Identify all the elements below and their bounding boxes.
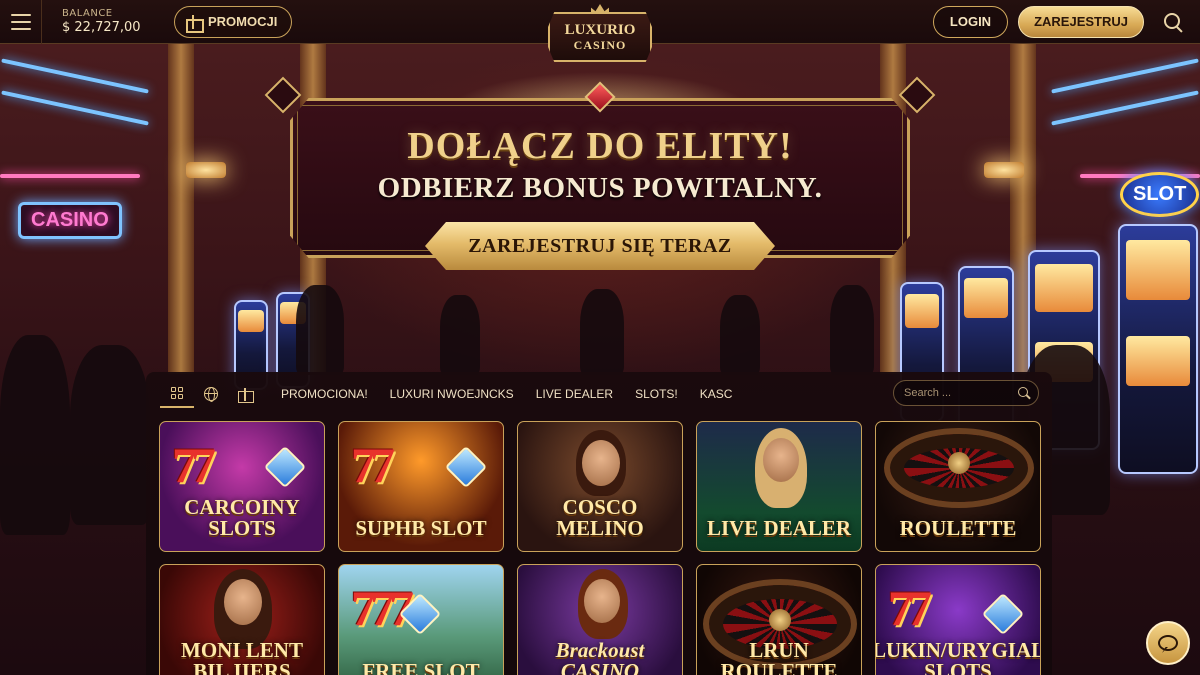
game-search[interactable]: [893, 380, 1039, 406]
search-icon: [1018, 387, 1030, 399]
register-button[interactable]: ZAREJESTRUJ: [1018, 5, 1144, 38]
search-input[interactable]: [904, 387, 1008, 399]
game-card[interactable]: Brackoust CASINO: [517, 564, 683, 675]
game-title: COSCO MELINO: [556, 495, 644, 540]
search-icon[interactable]: [1158, 7, 1188, 37]
live-chat-button[interactable]: [1146, 621, 1190, 665]
games-panel: PROMOCIONA! LUXURI NWOEJNCKS LIVE DEALER…: [146, 372, 1052, 675]
game-grid: 77 CARCOINY SLOTS 77 SUPHB SLOT COSCO ME…: [159, 421, 1041, 675]
game-card[interactable]: LIVE DEALER: [696, 421, 862, 552]
logo-subtext: CASINO: [573, 38, 627, 52]
game-title: CARCOINY SLOTS: [184, 495, 300, 540]
tab-kasc[interactable]: KASC: [689, 387, 744, 401]
promotions-button[interactable]: PROMOCJI: [174, 5, 293, 38]
gift-icon: [185, 14, 204, 33]
game-title: SUPHB SLOT: [355, 516, 487, 540]
logo-text: LUXURIO: [564, 22, 636, 38]
promotions-label: PROMOCJI: [208, 14, 278, 29]
game-title: LIVE DEALER: [706, 516, 852, 540]
game-card[interactable]: ROULETTE: [875, 421, 1041, 552]
game-title: LUKIN/URYGIAL SLOTS: [875, 638, 1041, 675]
casino-neon-sign: CASINO: [18, 202, 122, 239]
tab-luxuri[interactable]: LUXURI NWOEJNCKS: [379, 387, 525, 401]
banner-title: DOŁĄCZ DO ELITY!: [407, 125, 793, 167]
gift-icon: [238, 387, 254, 403]
tab-bonus[interactable]: [228, 380, 262, 408]
game-card[interactable]: 77 LUKIN/URYGIAL SLOTS: [875, 564, 1041, 675]
hamburger-menu-icon[interactable]: [0, 0, 42, 44]
game-title: LRUN ROULETTE: [720, 638, 838, 675]
register-now-button[interactable]: ZAREJESTRUJ SIĘ TERAZ: [425, 222, 775, 270]
globe-icon: [204, 387, 218, 402]
tab-global[interactable]: [194, 380, 228, 408]
tab-promocje[interactable]: PROMOCIONA!: [270, 387, 379, 401]
tab-live-dealer[interactable]: LIVE DEALER: [525, 387, 624, 401]
login-button[interactable]: LOGIN: [932, 5, 1009, 38]
game-card[interactable]: 77 SUPHB SLOT: [338, 421, 504, 552]
casino-logo[interactable]: LUXURIO CASINO: [545, 4, 655, 68]
chat-bubble-icon: [1158, 635, 1178, 651]
tab-slots[interactable]: SLOTS!: [624, 387, 689, 401]
grid-icon: [171, 387, 183, 399]
balance-label: BALANCE: [62, 8, 113, 19]
game-card[interactable]: MONI LENT BIL IIERS: [159, 564, 325, 675]
game-title: MONI LENT BIL IIERS: [181, 638, 303, 675]
game-title: ROULETTE: [899, 516, 1017, 540]
game-card[interactable]: 777 FREE SLOT: [338, 564, 504, 675]
game-card[interactable]: LRUN ROULETTE: [696, 564, 862, 675]
game-title: FREE SLOT: [362, 659, 480, 675]
game-card[interactable]: 77 CARCOINY SLOTS: [159, 421, 325, 552]
game-card[interactable]: COSCO MELINO: [517, 421, 683, 552]
category-tabs: PROMOCIONA! LUXURI NWOEJNCKS LIVE DEALER…: [160, 380, 743, 408]
tab-all-games[interactable]: [160, 380, 194, 408]
game-title: Brackoust CASINO: [555, 638, 645, 675]
balance-display: BALANCE $ 22,727,00: [42, 8, 172, 35]
banner-subtitle: ODBIERZ BONUS POWITALNY.: [377, 172, 823, 204]
balance-value: $ 22,727,00: [62, 20, 141, 35]
